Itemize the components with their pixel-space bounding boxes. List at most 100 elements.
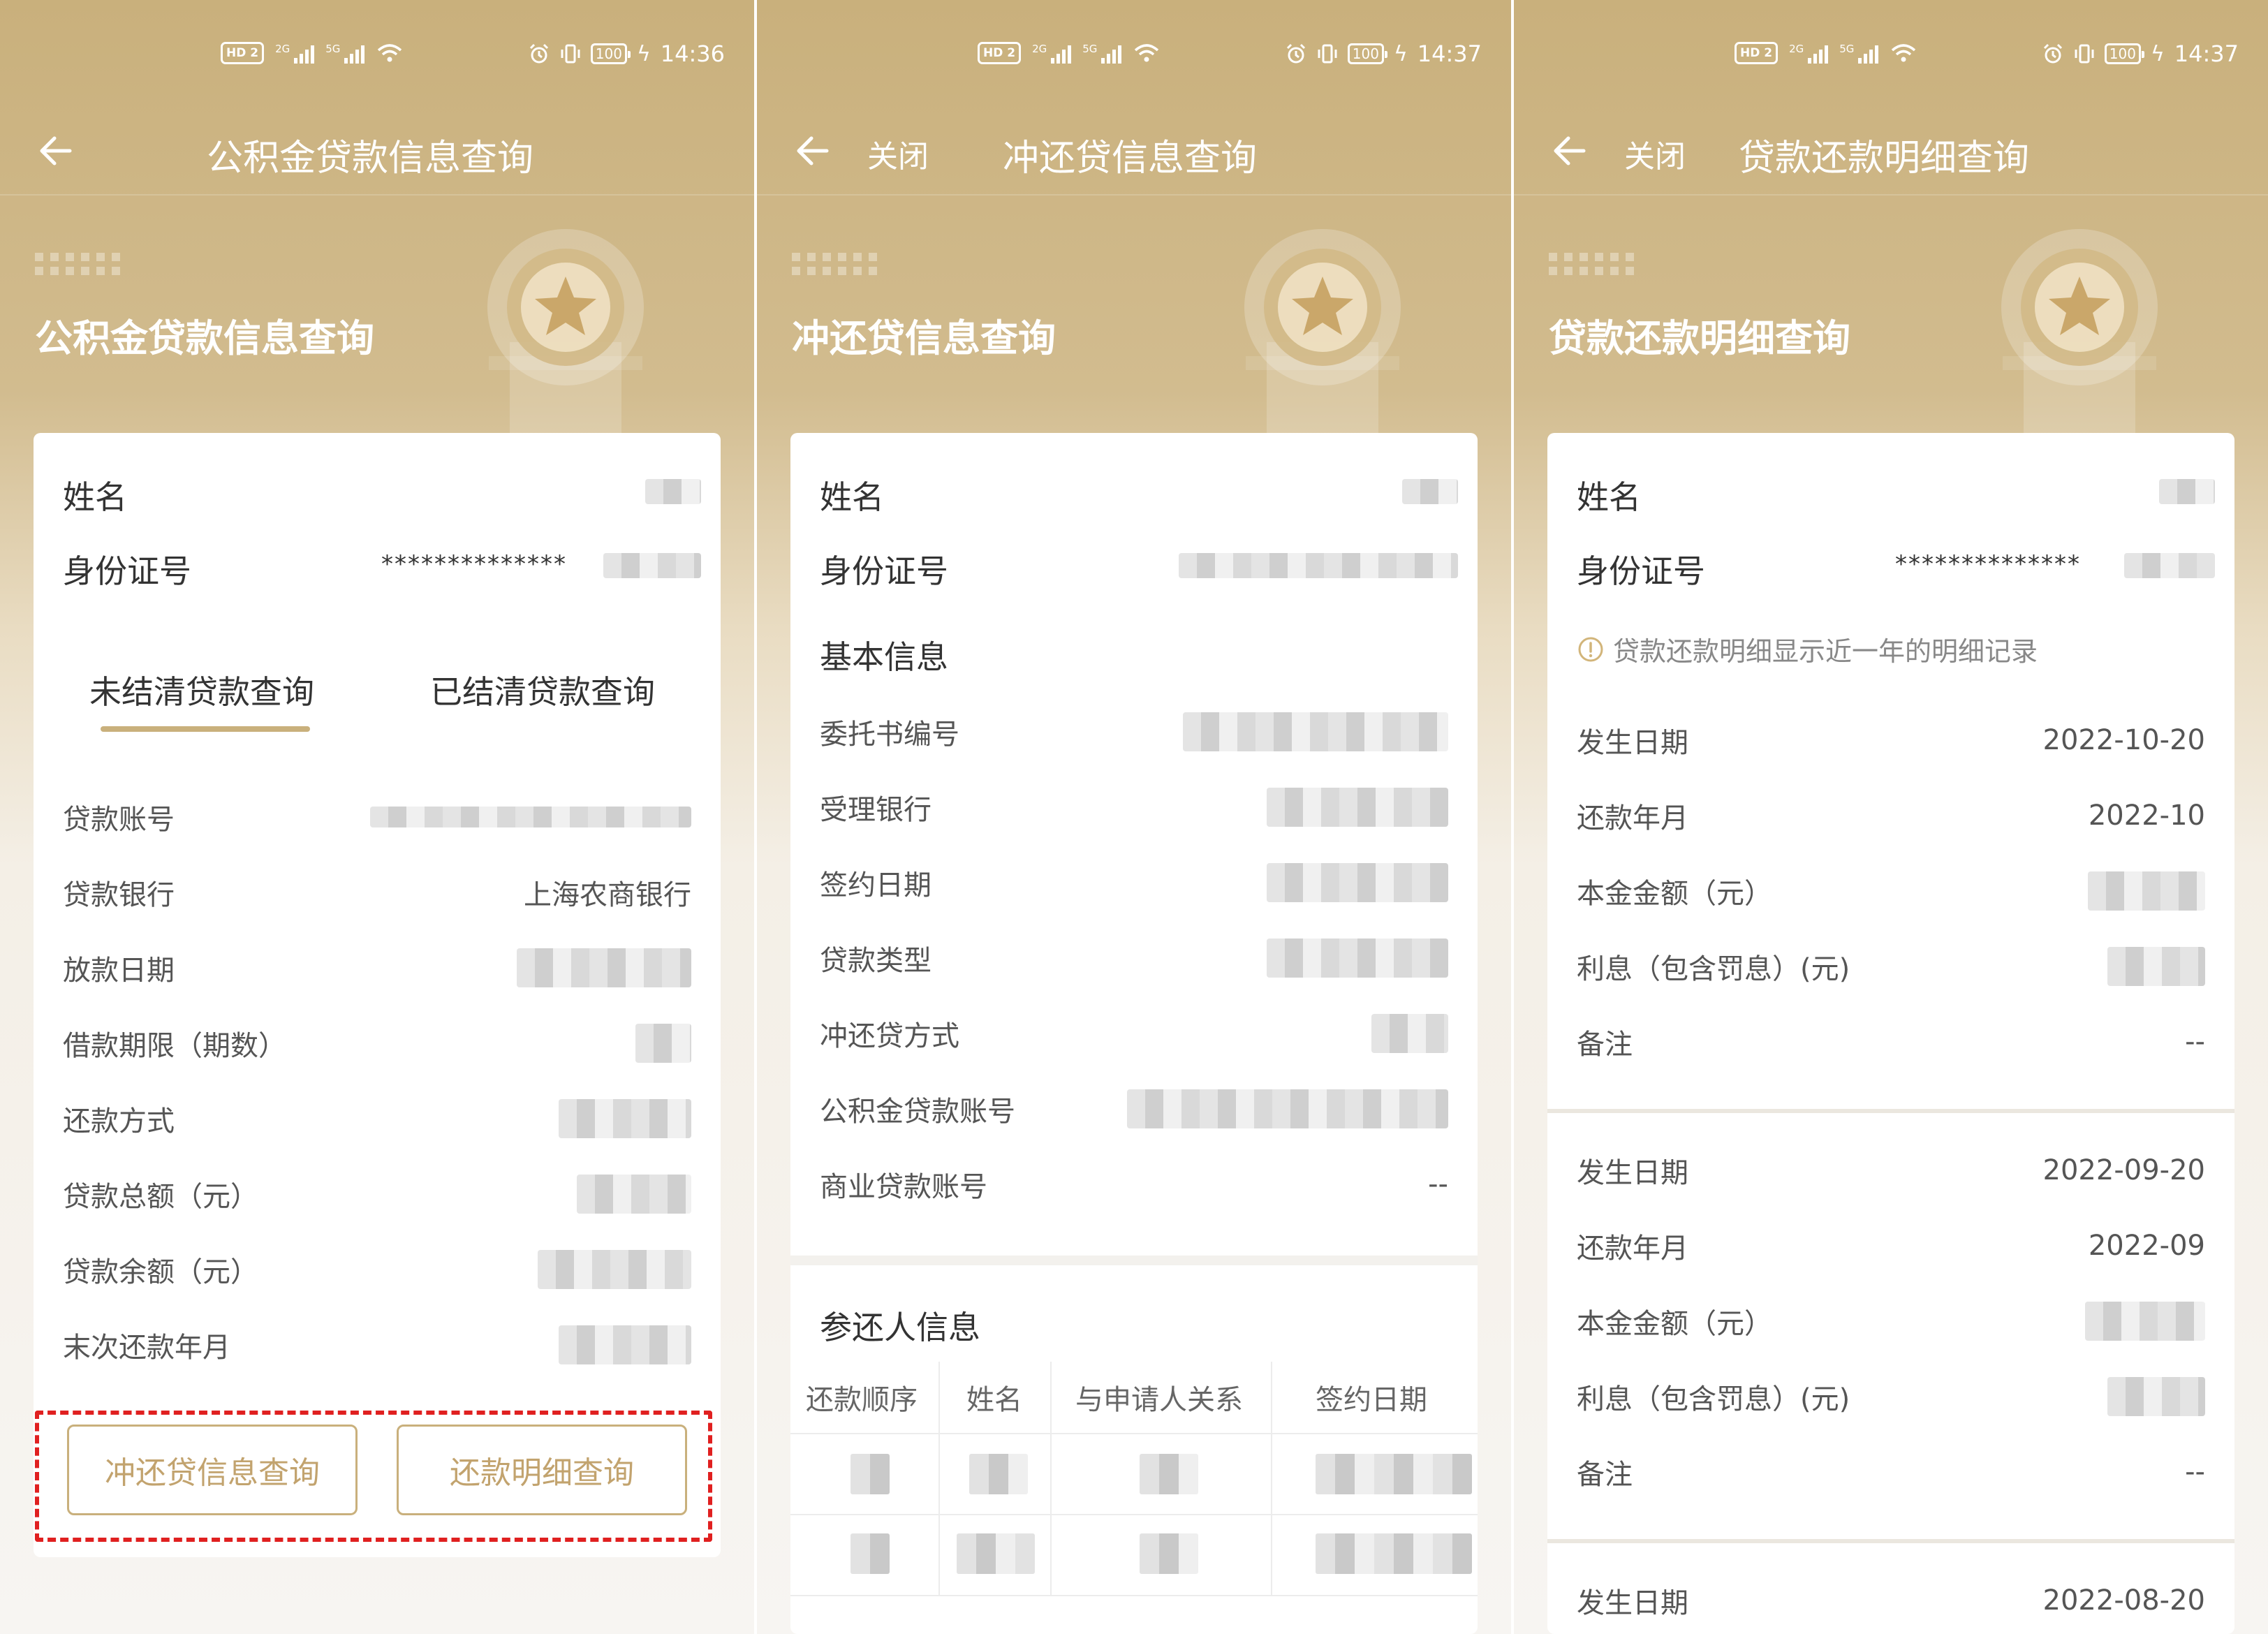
back-arrow-icon[interactable] bbox=[792, 130, 834, 172]
table-line bbox=[790, 1595, 1478, 1596]
back-arrow-icon[interactable] bbox=[1549, 130, 1591, 172]
cellular-signal-icon: 5G bbox=[325, 43, 365, 64]
table-line bbox=[790, 1514, 1478, 1515]
nav-title: 冲还贷信息查询 bbox=[1003, 138, 1258, 179]
phone-screen-repayment-detail: HD 2 2G 5G 100 ϟ 14:37 关闭 贷款还款明细查询 贷款还款明… bbox=[1514, 0, 2268, 1634]
table-row bbox=[969, 1454, 1028, 1494]
cellular-signal-icon: 2G bbox=[1789, 43, 1829, 64]
status-bar: HD 2 2G 5G 100 ϟ 14:37 bbox=[757, 28, 1511, 84]
row-loan-total: 贷款总额（元） bbox=[63, 1175, 691, 1214]
banner-title: 冲还贷信息查询 bbox=[792, 316, 1056, 360]
id-label: 身份证号 bbox=[820, 552, 948, 590]
banner-title: 贷款还款明细查询 bbox=[1549, 316, 1850, 360]
back-arrow-icon[interactable] bbox=[35, 130, 77, 172]
status-time: 14:37 bbox=[2174, 41, 2239, 67]
charging-icon: ϟ bbox=[2150, 41, 2165, 66]
charging-icon: ϟ bbox=[1393, 41, 1408, 66]
list-item-remark: 备注 -- bbox=[1577, 1026, 2205, 1061]
star-medal-icon bbox=[1244, 229, 1401, 447]
cellular-signal-icon: 2G bbox=[275, 43, 315, 64]
row-commercial-loan-account: 商业贷款账号 -- bbox=[820, 1168, 1448, 1203]
banner-title: 公积金贷款信息查询 bbox=[35, 316, 374, 360]
cellular-signal-icon: 5G bbox=[1839, 43, 1879, 64]
table-header-order: 还款顺序 bbox=[806, 1384, 918, 1416]
row-contract-date: 签约日期 bbox=[820, 863, 1448, 902]
cellular-signal-icon: 5G bbox=[1082, 43, 1122, 64]
wifi-icon bbox=[1135, 44, 1159, 62]
row-authorization-number: 委托书编号 bbox=[820, 712, 1448, 751]
row-handling-bank: 受理银行 bbox=[820, 788, 1448, 827]
list-item-date: 发生日期 2022-10-20 bbox=[1577, 724, 2205, 759]
hd-badge: HD 2 bbox=[221, 42, 265, 64]
table-header-contract-date: 签约日期 bbox=[1316, 1384, 1427, 1416]
table-line bbox=[790, 1433, 1478, 1434]
co-repayer-section-title: 参还人信息 bbox=[820, 1309, 980, 1346]
row-loan-bank: 贷款银行 上海农商银行 bbox=[63, 879, 691, 911]
row-loan-type: 贷款类型 bbox=[820, 939, 1448, 978]
alarm-icon bbox=[1286, 43, 1305, 64]
id-value-masked bbox=[1179, 553, 1458, 578]
hd-badge: HD 2 bbox=[1735, 42, 1779, 64]
nav-title: 公积金贷款信息查询 bbox=[207, 138, 534, 179]
id-value-masked bbox=[2124, 553, 2215, 578]
charging-icon: ϟ bbox=[636, 41, 651, 66]
tab-unsettled-loans[interactable]: 未结清贷款查询 bbox=[89, 667, 314, 713]
star-medal-icon bbox=[487, 229, 644, 447]
status-time: 14:37 bbox=[1417, 41, 1482, 67]
close-link[interactable]: 关闭 bbox=[867, 131, 929, 176]
close-link[interactable]: 关闭 bbox=[1624, 131, 1686, 176]
list-item-interest: 利息（包含罚息）(元) bbox=[1577, 1377, 2205, 1416]
decorative-dots bbox=[792, 253, 877, 275]
table-row bbox=[1316, 1533, 1472, 1574]
row-last-repayment-month: 末次还款年月 bbox=[63, 1325, 691, 1364]
wifi-icon bbox=[378, 44, 402, 62]
navigation-bar: 公积金贷款信息查询 bbox=[0, 105, 754, 196]
basic-info-section-title: 基本信息 bbox=[820, 638, 948, 676]
status-bar: HD 2 2G 5G 100 ϟ 14:36 bbox=[0, 28, 754, 84]
navigation-bar: 关闭 冲还贷信息查询 bbox=[757, 105, 1511, 196]
list-item-date: 发生日期 2022-09-20 bbox=[1577, 1154, 2205, 1189]
table-header-name: 姓名 bbox=[966, 1384, 1022, 1416]
table-row bbox=[850, 1533, 890, 1574]
decorative-dots bbox=[35, 253, 120, 275]
highlight-dashed-box bbox=[35, 1411, 712, 1542]
vibrate-icon bbox=[1318, 44, 1337, 64]
row-repay-method: 冲还贷方式 bbox=[820, 1014, 1448, 1053]
info-icon bbox=[1578, 637, 1603, 661]
section-separator bbox=[790, 1256, 1478, 1265]
list-item-date: 发生日期 2022-08-20 bbox=[1577, 1584, 2205, 1619]
vibrate-icon bbox=[2075, 44, 2094, 64]
row-disbursement-date: 放款日期 bbox=[63, 948, 691, 987]
row-loan-term: 借款期限（期数） bbox=[63, 1024, 691, 1063]
list-item-principal: 本金金额（元） bbox=[1577, 1302, 2205, 1341]
name-label: 姓名 bbox=[63, 478, 127, 516]
status-time: 14:36 bbox=[660, 41, 725, 67]
name-value-masked bbox=[2159, 479, 2215, 504]
tab-settled-loans[interactable]: 已结清贷款查询 bbox=[430, 667, 655, 713]
status-bar: HD 2 2G 5G 100 ϟ 14:37 bbox=[1514, 28, 2268, 84]
repayment-detail-card: 姓名 身份证号 ************** 贷款还款明细显示近一年的明细记录 … bbox=[1547, 433, 2234, 1634]
phone-screen-loan-info: HD 2 2G 5G 100 ϟ 14:36 公积金贷款信息查询 公积金贷款信息… bbox=[0, 0, 754, 1634]
id-value: ************** bbox=[381, 550, 567, 578]
id-label: 身份证号 bbox=[1577, 552, 1705, 590]
navigation-bar: 关闭 贷款还款明细查询 bbox=[1514, 105, 2268, 196]
row-loan-balance: 贷款余额（元） bbox=[63, 1250, 691, 1289]
record-separator bbox=[1547, 1109, 2234, 1113]
table-row bbox=[1140, 1454, 1198, 1494]
name-label: 姓名 bbox=[1577, 478, 1641, 516]
name-value-masked bbox=[645, 479, 701, 504]
table-row bbox=[1316, 1454, 1472, 1494]
active-tab-indicator bbox=[101, 726, 310, 732]
alarm-icon bbox=[529, 43, 548, 64]
wifi-icon bbox=[1892, 44, 1916, 62]
decorative-dots bbox=[1549, 253, 1634, 275]
table-column-line bbox=[1271, 1362, 1272, 1595]
vibrate-icon bbox=[561, 44, 580, 64]
cellular-signal-icon: 2G bbox=[1032, 43, 1072, 64]
table-row bbox=[957, 1533, 1035, 1574]
hd-badge: HD 2 bbox=[978, 42, 1022, 64]
table-row bbox=[1140, 1533, 1198, 1574]
name-label: 姓名 bbox=[820, 478, 884, 516]
row-repayment-method: 还款方式 bbox=[63, 1099, 691, 1138]
id-label: 身份证号 bbox=[63, 552, 191, 590]
